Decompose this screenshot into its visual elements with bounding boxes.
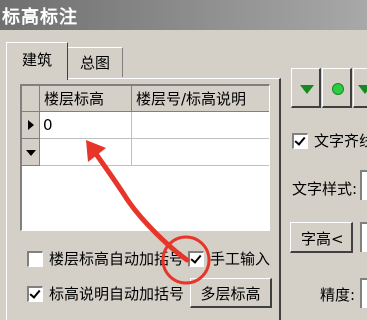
grid-cell-floor-note[interactable]	[132, 139, 269, 166]
checkbox-label: 标高说明自动加括号	[49, 285, 185, 303]
auto-bracket-elev-note-checkbox[interactable]: 标高说明自动加括号	[27, 283, 184, 304]
grid-corner-header	[22, 86, 40, 112]
char-height-input[interactable]	[360, 222, 367, 252]
column-header-floor-elevation[interactable]: 楼层标高	[40, 86, 132, 112]
marker-down-button-2[interactable]	[353, 68, 367, 108]
row-indicator[interactable]	[22, 112, 40, 139]
current-row-icon	[28, 120, 34, 130]
manual-input-checkbox[interactable]: 手工输入	[188, 248, 270, 269]
window-titlebar: 标高标注	[0, 0, 367, 30]
checkbox-label: 楼层标高自动加括号	[49, 250, 185, 268]
precision-label: 精度:	[320, 286, 356, 304]
grid-cell-floor-note[interactable]	[132, 112, 269, 139]
checkbox-label: 文字齐线	[314, 132, 367, 150]
marker-dot-button[interactable]	[322, 68, 352, 108]
dropdown-triangle-icon	[26, 150, 36, 156]
column-header-floor-number-note[interactable]: 楼层号/标高说明	[132, 86, 269, 112]
tab-building[interactable]: 建筑	[6, 42, 68, 80]
checkbox-label: 手工输入	[210, 250, 271, 268]
green-down-triangle-icon	[358, 85, 367, 94]
green-dot-icon	[332, 83, 344, 95]
checkbox-box[interactable]	[292, 132, 308, 149]
text-align-checkbox[interactable]: 文字齐线	[292, 130, 367, 151]
auto-bracket-floor-elev-checkbox[interactable]: 楼层标高自动加括号	[27, 248, 184, 269]
checkbox-box[interactable]	[27, 285, 43, 302]
tab-site-plan[interactable]: 总图	[67, 47, 123, 77]
green-down-triangle-icon	[300, 85, 314, 94]
grid-cell-floor-elevation[interactable]	[40, 139, 132, 166]
elevation-grid[interactable]: 楼层标高 楼层号/标高说明 0	[20, 84, 270, 231]
checkbox-box[interactable]	[188, 250, 204, 267]
marker-down-button[interactable]	[291, 68, 321, 108]
text-style-label: 文字样式:	[292, 180, 358, 198]
window-title: 标高标注	[2, 7, 78, 28]
text-style-select[interactable]	[360, 170, 367, 200]
checkbox-box[interactable]	[27, 250, 43, 267]
precision-select[interactable]	[360, 278, 367, 308]
char-height-button[interactable]: 字高<	[290, 222, 353, 253]
row-indicator[interactable]	[22, 139, 40, 166]
multi-floor-elevation-button[interactable]: 多层标高	[190, 278, 272, 308]
grid-cell-floor-elevation[interactable]: 0	[40, 112, 132, 139]
